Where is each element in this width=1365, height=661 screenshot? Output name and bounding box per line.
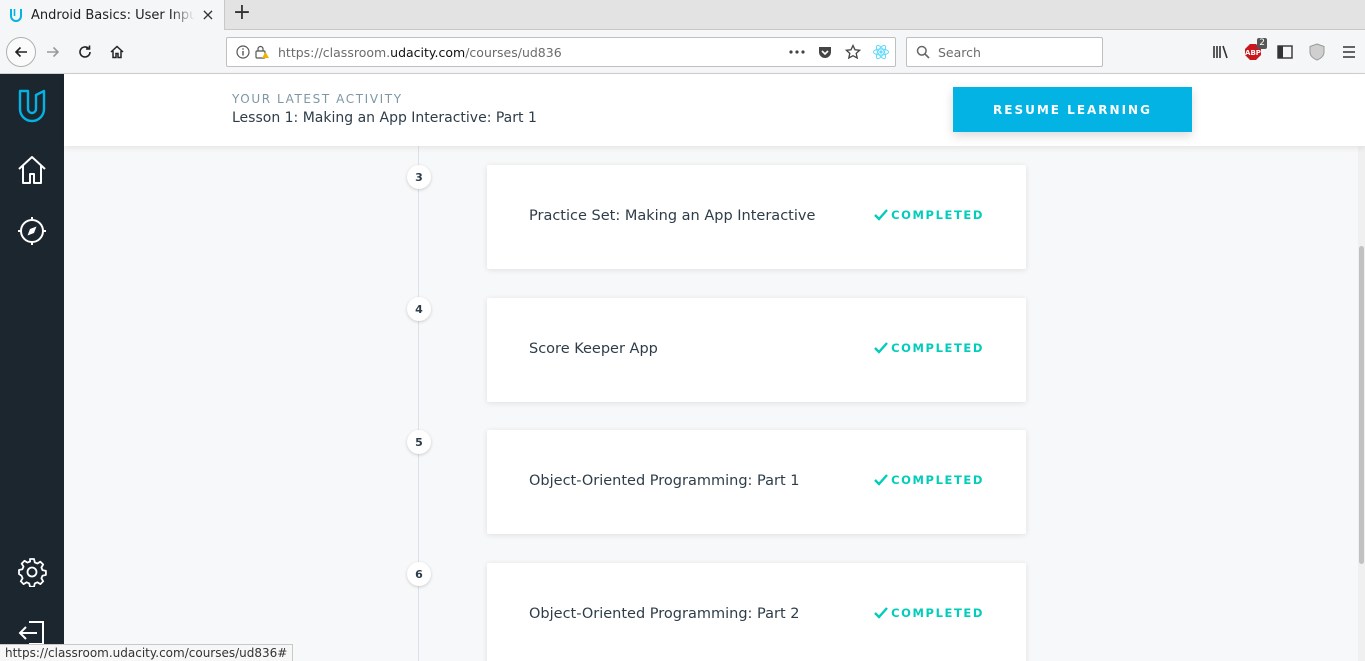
status-label: COMPLETED: [891, 208, 984, 222]
status-label: COMPLETED: [891, 341, 984, 355]
completed-badge: COMPLETED: [874, 606, 984, 620]
status-label: COMPLETED: [891, 473, 984, 487]
lesson-title: Score Keeper App: [529, 341, 658, 357]
search-bar[interactable]: Search: [906, 37, 1103, 67]
sidebar-toggle-icon[interactable]: [1269, 37, 1301, 67]
home-icon[interactable]: [14, 152, 50, 188]
app-sidebar: [0, 74, 64, 661]
lesson-step-number: 3: [407, 165, 431, 189]
bookmark-star-icon[interactable]: [839, 38, 867, 66]
lock-warning-icon[interactable]: [254, 44, 270, 60]
back-button[interactable]: [6, 37, 36, 67]
status-label: COMPLETED: [891, 606, 984, 620]
toolbar-right: ABP 2: [1205, 37, 1365, 67]
gear-icon[interactable]: [14, 554, 50, 590]
forward-button[interactable]: [38, 37, 68, 67]
lesson-title: Object-Oriented Programming: Part 1: [529, 473, 800, 489]
svg-text:ABP: ABP: [1245, 49, 1261, 57]
completed-badge: COMPLETED: [874, 208, 984, 222]
lesson-title: Object-Oriented Programming: Part 2: [529, 606, 800, 622]
udacity-logo-icon[interactable]: [14, 88, 50, 124]
browser-home-icon: [110, 45, 124, 59]
checkmark-icon: [874, 607, 888, 619]
checkmark-icon: [874, 474, 888, 486]
search-icon: [916, 45, 930, 59]
back-arrow-icon: [14, 46, 27, 58]
forward-arrow-icon: [47, 46, 60, 58]
url-text: https://classroom.udacity.com/courses/ud…: [278, 45, 562, 60]
checkmark-icon: [874, 342, 888, 354]
completed-badge: COMPLETED: [874, 341, 984, 355]
tab-bar: Android Basics: User Input - Udacity × +: [0, 0, 1365, 30]
pocket-icon[interactable]: [811, 38, 839, 66]
reload-icon: [79, 45, 91, 58]
lesson-card[interactable]: Object-Oriented Programming: Part 1 COMP…: [487, 430, 1026, 534]
url-prefix: https://classroom.: [278, 45, 391, 60]
tab-title: Android Basics: User Input - Udacity: [31, 7, 195, 23]
lesson-card[interactable]: Object-Oriented Programming: Part 2 COMP…: [487, 563, 1026, 661]
lesson-title: Practice Set: Making an App Interactive: [529, 208, 816, 224]
library-icon[interactable]: [1205, 37, 1237, 67]
scrollbar-thumb[interactable]: [1359, 246, 1364, 564]
resume-learning-button[interactable]: RESUME LEARNING: [953, 87, 1192, 132]
lesson-card[interactable]: Score Keeper App COMPLETED: [487, 298, 1026, 402]
reload-button[interactable]: [70, 37, 100, 67]
close-tab-icon[interactable]: ×: [200, 7, 216, 23]
browser-tab[interactable]: Android Basics: User Input - Udacity ×: [0, 0, 225, 30]
home-button[interactable]: [102, 37, 132, 67]
link-status-bar: https://classroom.udacity.com/courses/ud…: [0, 644, 294, 661]
page-actions-icon[interactable]: [783, 38, 811, 66]
shield-icon[interactable]: [1301, 37, 1333, 67]
search-placeholder: Search: [938, 45, 981, 60]
completed-badge: COMPLETED: [874, 473, 984, 487]
lesson-step-number: 6: [407, 562, 431, 586]
url-path: /courses/ud836: [465, 45, 562, 60]
lesson-step-number: 5: [407, 430, 431, 454]
checkmark-icon: [874, 209, 888, 221]
hamburger-menu-icon[interactable]: [1333, 37, 1365, 67]
new-tab-icon[interactable]: +: [231, 2, 253, 25]
url-host: udacity.com: [390, 45, 466, 60]
info-icon[interactable]: [236, 45, 250, 59]
adblock-count-badge: 2: [1257, 38, 1267, 49]
address-bar[interactable]: https://classroom.udacity.com/courses/ud…: [226, 37, 896, 67]
udacity-favicon-icon: [10, 9, 22, 22]
latest-activity-label: YOUR LATEST ACTIVITY: [232, 92, 403, 106]
url-actions: [783, 38, 895, 66]
latest-lesson-title[interactable]: Lesson 1: Making an App Interactive: Par…: [232, 110, 537, 126]
compass-icon[interactable]: [14, 213, 50, 249]
lesson-card[interactable]: Practice Set: Making an App Interactive …: [487, 165, 1026, 269]
nav-bar: https://classroom.udacity.com/courses/ud…: [0, 30, 1365, 74]
latest-activity-header: YOUR LATEST ACTIVITY Lesson 1: Making an…: [64, 74, 1365, 146]
lesson-list: 3 Practice Set: Making an App Interactiv…: [64, 146, 1358, 661]
page-scrollbar[interactable]: [1358, 146, 1365, 661]
react-devtools-icon[interactable]: [867, 38, 895, 66]
lesson-step-number: 4: [407, 297, 431, 321]
adblock-icon[interactable]: ABP 2: [1237, 37, 1269, 67]
